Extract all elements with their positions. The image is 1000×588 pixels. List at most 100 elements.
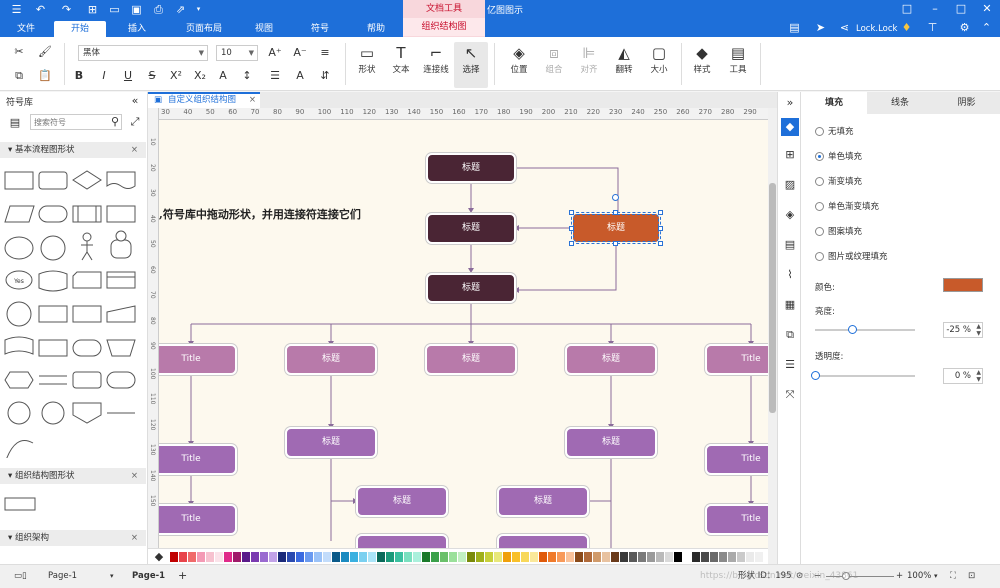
org-node-partial[interactable]	[497, 534, 589, 548]
font-name-select[interactable]: 黑体 ▼	[78, 45, 208, 61]
palette-swatch[interactable]	[719, 552, 728, 562]
palette-swatch[interactable]	[539, 552, 548, 562]
size-button[interactable]: ▢ 大小	[642, 42, 676, 88]
zoom-level[interactable]: 100%	[907, 565, 931, 587]
palette-swatch[interactable]	[269, 552, 278, 562]
org-node[interactable]: 标题	[426, 153, 516, 183]
transparency-slider-knob[interactable]	[811, 371, 820, 380]
tab-page-layout[interactable]: 页面布局	[176, 21, 232, 37]
vertical-scrollbar[interactable]	[768, 108, 777, 564]
collapse-panel-icon[interactable]: «	[128, 94, 142, 108]
fill-option[interactable]: 无填充	[815, 126, 854, 138]
expand-panel-icon[interactable]: »	[783, 96, 797, 110]
org-node[interactable]: 标题	[565, 344, 657, 375]
palette-swatch[interactable]	[665, 552, 674, 562]
palette-swatch[interactable]	[233, 552, 242, 562]
resize-handle[interactable]	[613, 241, 618, 246]
palette-swatch[interactable]	[629, 552, 638, 562]
palette-swatch[interactable]	[584, 552, 593, 562]
org-node[interactable]: Title	[705, 504, 768, 535]
send-icon[interactable]: ➤	[814, 21, 827, 34]
radio-icon[interactable]	[815, 202, 824, 211]
org-node[interactable]: 标题	[565, 427, 657, 458]
resize-handle[interactable]	[569, 226, 574, 231]
scrollbar-thumb[interactable]	[769, 183, 776, 413]
font-grow-icon[interactable]: A⁺	[268, 46, 282, 60]
fill-option[interactable]: 单色渐变填充	[815, 201, 879, 213]
drawing-canvas[interactable]: ,符号库中拖动形状，并用连接符连接它们 标题 标题 标题 标题 Title 标题…	[159, 120, 768, 548]
underline-icon[interactable]: U	[121, 69, 135, 83]
palette-swatch[interactable]	[512, 552, 521, 562]
table-icon[interactable]: ▦	[783, 298, 797, 312]
org-node[interactable]: 标题	[285, 427, 377, 458]
palette-swatch[interactable]	[737, 552, 746, 562]
close-icon[interactable]: ×	[249, 94, 256, 107]
palette-swatch[interactable]	[206, 552, 215, 562]
tab-org-chart[interactable]: 组织结构图	[403, 18, 485, 36]
palette-swatch[interactable]	[368, 552, 377, 562]
tab-insert[interactable]: 插入	[114, 21, 160, 37]
outline-icon[interactable]: ☰	[783, 358, 797, 372]
bold-icon[interactable]: B	[72, 69, 86, 83]
palette-swatch[interactable]	[197, 552, 206, 562]
palette-swatch[interactable]	[602, 552, 611, 562]
palette-swatch[interactable]	[404, 552, 413, 562]
close-icon[interactable]: ×	[131, 530, 138, 546]
palette-swatch[interactable]	[692, 552, 701, 562]
palette-swatch[interactable]	[485, 552, 494, 562]
spinner-icon[interactable]: ▲ ▼	[976, 323, 981, 337]
share-icon[interactable]: ⋖	[838, 21, 851, 34]
palette-swatch[interactable]	[710, 552, 719, 562]
brightness-input[interactable]: -25 % ▲ ▼	[943, 322, 983, 338]
palette-swatch[interactable]	[593, 552, 602, 562]
fit-icon[interactable]: ⤧	[783, 388, 797, 402]
palette-swatch[interactable]	[215, 552, 224, 562]
grid-icon[interactable]: ⊞	[783, 148, 797, 162]
tab-fill[interactable]: 填充	[801, 92, 867, 114]
resize-handle[interactable]	[569, 241, 574, 246]
select-button[interactable]: ↖ 选择	[454, 42, 488, 88]
undo-icon[interactable]: ↶	[34, 3, 47, 16]
selected-org-node[interactable]: 标题	[573, 214, 659, 242]
palette-swatch[interactable]	[278, 552, 287, 562]
radio-icon[interactable]	[815, 152, 824, 161]
tab-file[interactable]: 文件	[6, 21, 46, 37]
palette-swatch[interactable]	[755, 552, 764, 562]
search-icon[interactable]: ⚲	[108, 115, 122, 129]
palette-swatch[interactable]	[638, 552, 647, 562]
superscript-icon[interactable]: X²	[169, 69, 183, 83]
palette-swatch[interactable]	[647, 552, 656, 562]
tab-home[interactable]: 开始	[54, 21, 106, 37]
org-node[interactable]: 标题	[356, 486, 448, 517]
palette-swatch[interactable]	[656, 552, 665, 562]
text-highlight-icon[interactable]: A	[293, 69, 307, 83]
line-spacing-icon[interactable]: ↕	[240, 69, 254, 83]
org-node[interactable]: 标题	[426, 213, 516, 244]
palette-swatch[interactable]	[224, 552, 233, 562]
resize-handle[interactable]	[658, 226, 663, 231]
palette-swatch[interactable]	[674, 552, 683, 562]
fill-option[interactable]: 图片或纹理填充	[815, 251, 888, 263]
palette-swatch[interactable]	[188, 552, 197, 562]
subscript-icon[interactable]: X₂	[193, 69, 207, 83]
radio-icon[interactable]	[815, 252, 824, 261]
palette-swatch[interactable]	[314, 552, 323, 562]
palette-swatch[interactable]	[179, 552, 188, 562]
page-tab[interactable]: Page-1	[132, 565, 165, 587]
user-name[interactable]: Lock.Lock	[856, 21, 897, 37]
tab-view[interactable]: 视图	[244, 21, 284, 37]
connector-button[interactable]: ⌐ 连接线	[419, 42, 453, 88]
palette-swatch[interactable]	[620, 552, 629, 562]
flip-button[interactable]: ◭ 翻转	[607, 42, 641, 88]
org-node-partial[interactable]	[356, 534, 448, 548]
ribbon-collapse-icon[interactable]: ⌃	[980, 21, 993, 34]
paste-icon[interactable]: 📋	[38, 69, 52, 83]
palette-swatch[interactable]	[170, 552, 179, 562]
document-tab[interactable]: ▣ 自定义组织结构图 ×	[148, 92, 260, 108]
image-icon[interactable]: ▨	[783, 178, 797, 192]
restore-ribbon-icon[interactable]: □	[900, 2, 914, 16]
palette-swatch[interactable]	[332, 552, 341, 562]
palette-swatch[interactable]	[548, 552, 557, 562]
page-view-icon[interactable]: ▭▯	[14, 565, 27, 587]
palette-swatch[interactable]	[701, 552, 710, 562]
